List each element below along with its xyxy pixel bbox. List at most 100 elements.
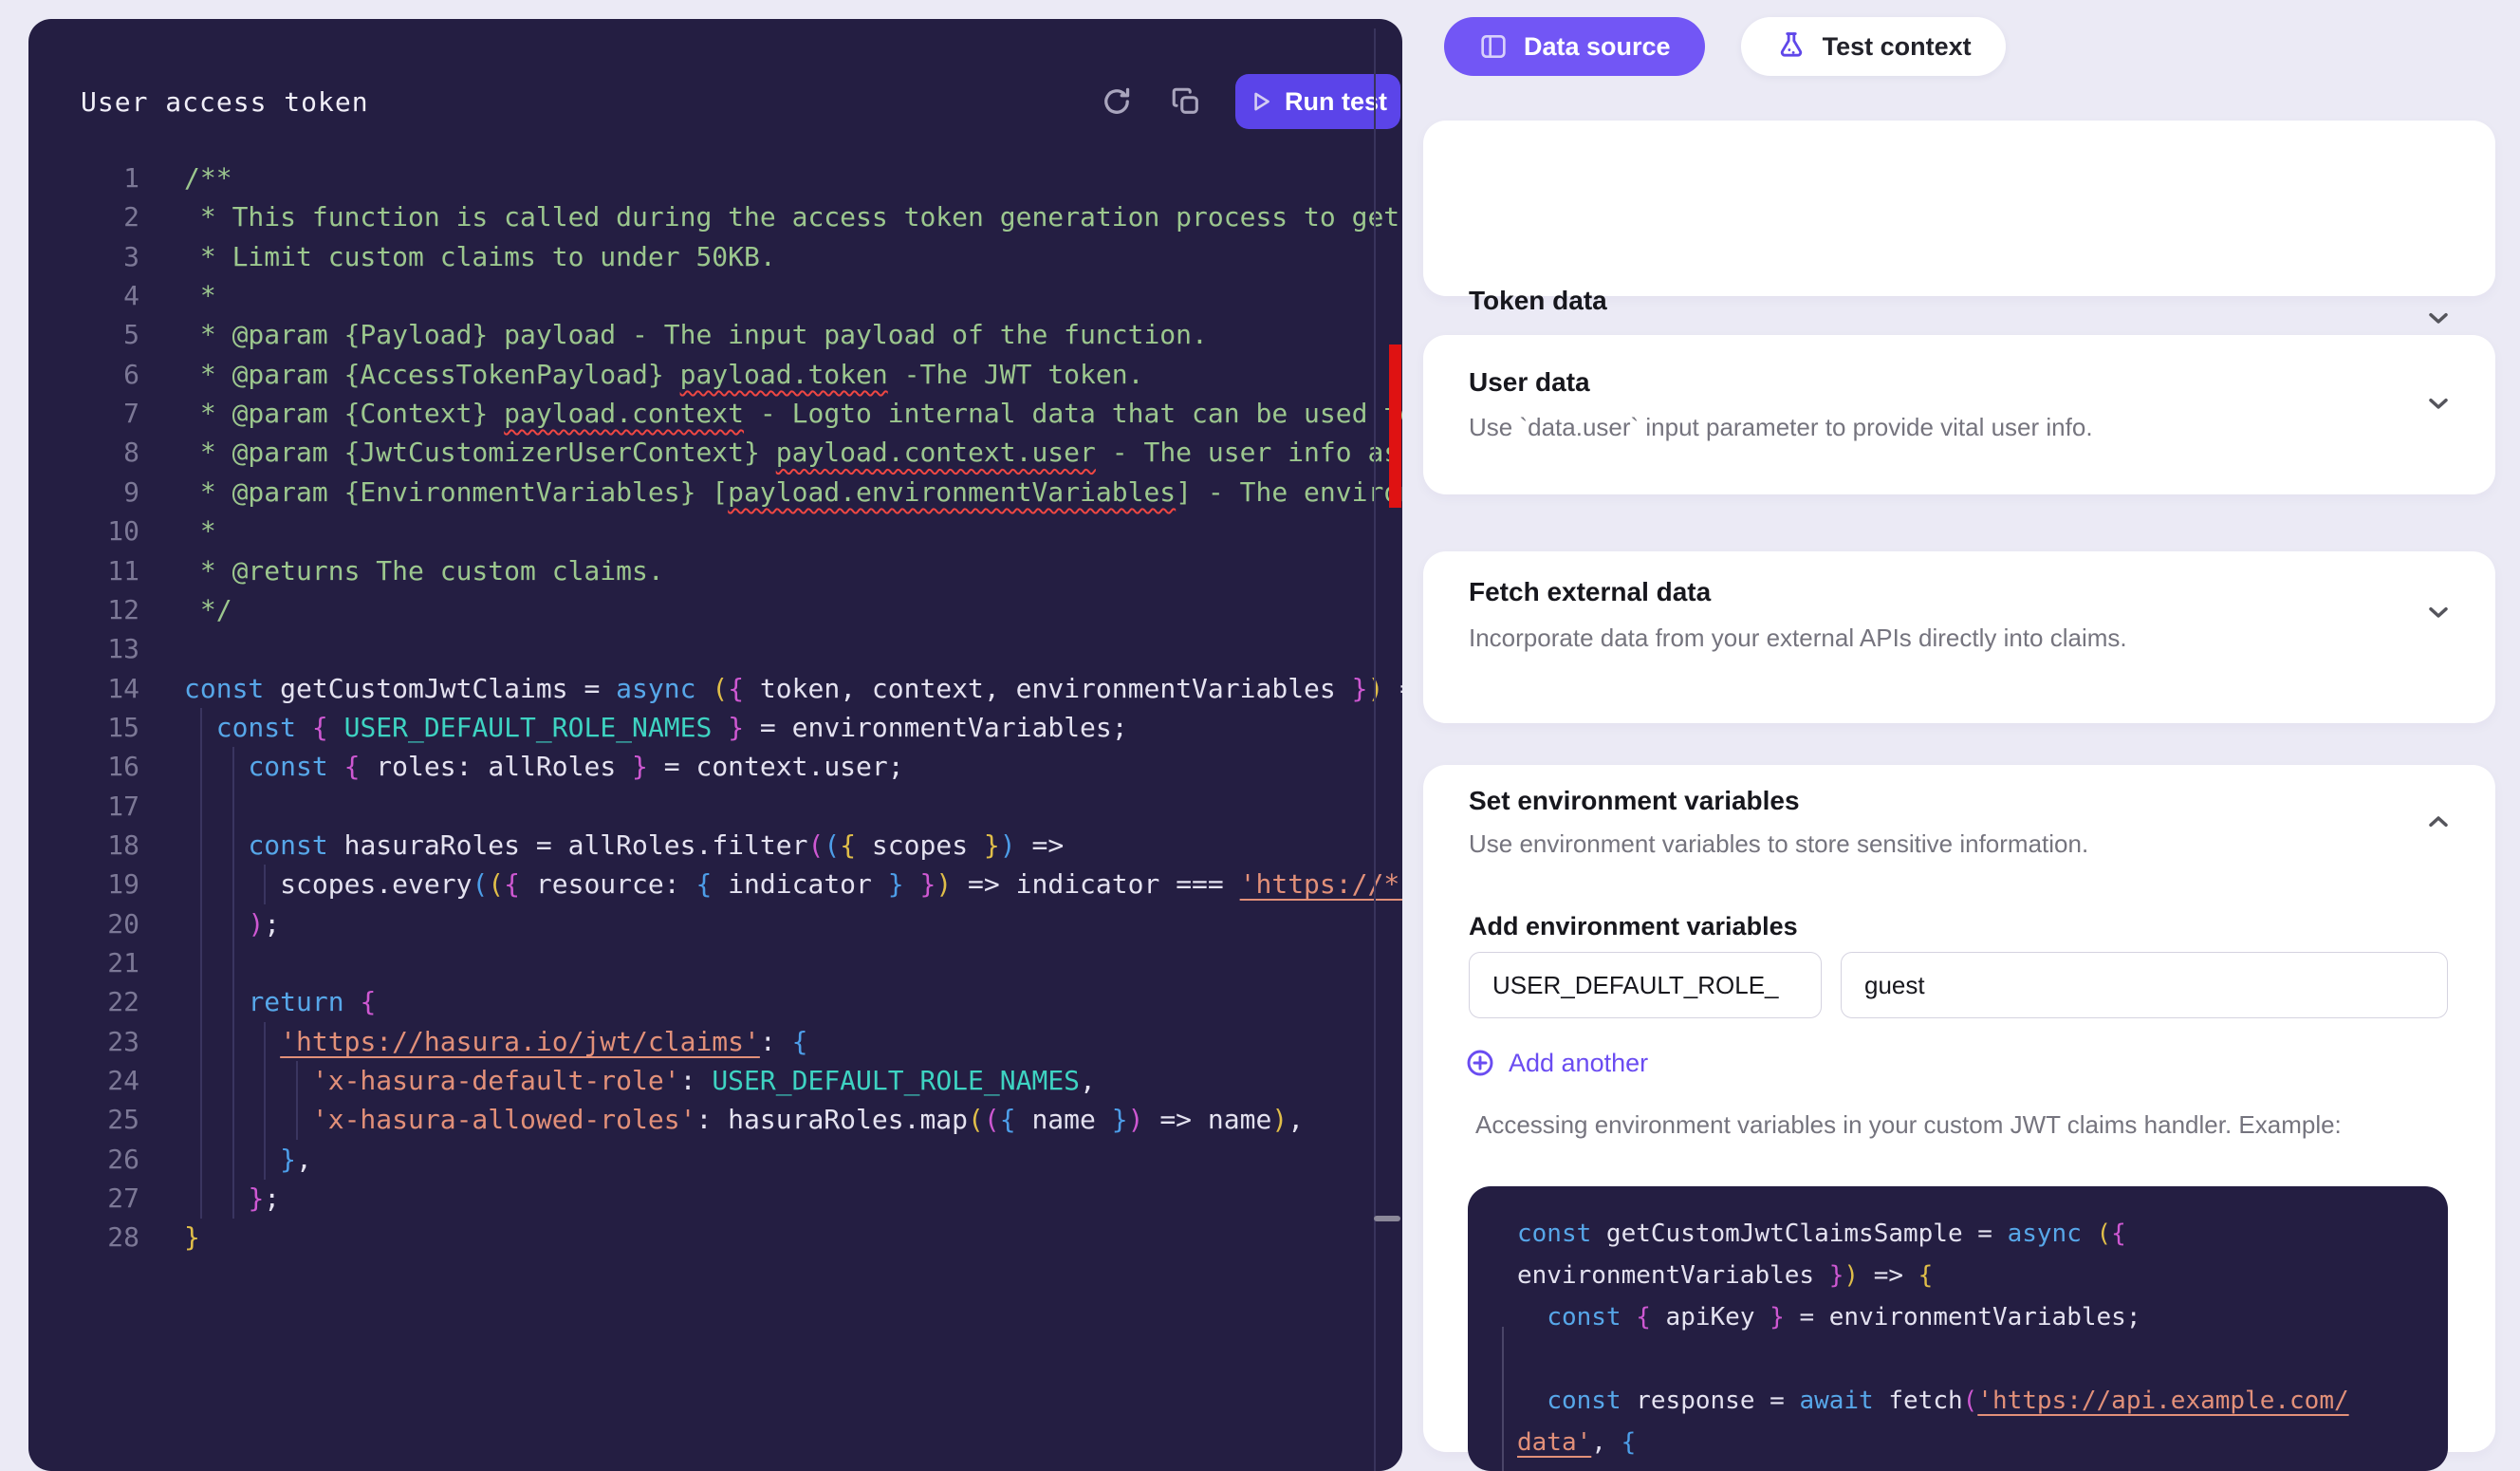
code-line[interactable]: 22 return { — [66, 982, 1402, 1022]
tab-data-source-label: Data source — [1524, 32, 1671, 62]
line-number: 24 — [66, 1061, 139, 1101]
code-line[interactable]: 8 * @param {JwtCustomizerUserContext} pa… — [66, 433, 1402, 473]
overview-error-marker — [1389, 344, 1401, 508]
code-line[interactable]: 27 }; — [66, 1179, 1402, 1219]
sample-code-line: environmentVariables }) => { — [1517, 1255, 2448, 1296]
sample-indent-guide — [1502, 1327, 1504, 1471]
panel-tabbar: Data source Test context — [1444, 17, 2006, 76]
code-line[interactable]: 11 * @returns The custom claims. — [66, 551, 1402, 591]
env-key-input[interactable] — [1469, 952, 1822, 1018]
code-line[interactable]: 3 * Limit custom claims to under 50KB. — [66, 237, 1402, 277]
add-another-button[interactable]: Add another — [1465, 1048, 1648, 1078]
refresh-button[interactable] — [1096, 82, 1138, 123]
code-line[interactable]: 4 * — [66, 276, 1402, 316]
tab-data-source[interactable]: Data source — [1444, 17, 1705, 76]
line-number: 2 — [66, 197, 139, 237]
code-line[interactable]: 14const getCustomJwtClaims = async ({ to… — [66, 669, 1402, 709]
add-another-label: Add another — [1509, 1049, 1648, 1078]
line-number: 15 — [66, 708, 139, 748]
code-line[interactable]: 15 const { USER_DEFAULT_ROLE_NAMES } = e… — [66, 708, 1402, 748]
expand-user-data-button[interactable] — [2423, 388, 2454, 419]
card-title: Fetch external data — [1469, 577, 1711, 607]
code-line[interactable]: 16 const { roles: allRoles } = context.u… — [66, 747, 1402, 787]
line-number: 27 — [66, 1179, 139, 1219]
line-number: 28 — [66, 1218, 139, 1257]
code-line[interactable]: 20 ); — [66, 904, 1402, 944]
code-editor-panel: User access token Run test 1/**2 * This … — [28, 19, 1402, 1471]
line-number: 3 — [66, 237, 139, 277]
chevron-up-icon — [2423, 826, 2454, 840]
code-line[interactable]: 1/** — [66, 158, 1402, 198]
line-number: 17 — [66, 787, 139, 827]
code-line[interactable]: 5 * @param {Payload} payload - The input… — [66, 315, 1402, 355]
code-line[interactable]: 26 }, — [66, 1140, 1402, 1180]
code-line[interactable]: 18 const hasuraRoles = allRoles.filter((… — [66, 826, 1402, 866]
indent-guide — [200, 943, 202, 983]
line-number: 20 — [66, 904, 139, 944]
line-number: 16 — [66, 747, 139, 787]
expand-fetch-external-button[interactable] — [2423, 597, 2454, 627]
card-title: Set environment variables — [1469, 786, 1800, 816]
indent-guide — [232, 943, 234, 983]
chevron-down-icon — [2423, 407, 2454, 421]
copy-button[interactable] — [1165, 82, 1207, 123]
env-variables-label: Add environment variables — [1469, 912, 1798, 941]
refresh-icon — [1100, 84, 1134, 121]
code-line[interactable]: 17 — [66, 787, 1402, 827]
code-line[interactable]: 10 * — [66, 512, 1402, 551]
collapse-environment-variables-button[interactable] — [2423, 807, 2454, 837]
play-icon — [1249, 89, 1273, 114]
card-token-data: Token data Use `token` input parameter f… — [1423, 121, 2495, 296]
line-number: 8 — [66, 433, 139, 473]
horizontal-scrollbar[interactable] — [1374, 1216, 1400, 1221]
env-helper-text: Accessing environment variables in your … — [1475, 1110, 2342, 1140]
run-test-label: Run test — [1285, 87, 1387, 117]
circle-plus-icon — [1465, 1048, 1495, 1078]
indent-guide — [232, 787, 234, 827]
card-set-environment-variables: Set environment variables Use environmen… — [1423, 765, 2495, 1452]
code-line[interactable]: 12 */ — [66, 590, 1402, 630]
editor-ruler-line — [1374, 28, 1376, 1471]
expand-token-data-button[interactable] — [2423, 303, 2454, 333]
card-fetch-external-data: Fetch external data Incorporate data fro… — [1423, 551, 2495, 723]
code-line[interactable]: 9 * @param {EnvironmentVariables} [paylo… — [66, 473, 1402, 512]
line-number: 11 — [66, 551, 139, 591]
line-number: 25 — [66, 1100, 139, 1140]
sample-code-line — [1517, 1338, 2448, 1380]
card-subtitle: Use `data.user` input parameter to provi… — [1469, 413, 2093, 442]
line-number: 23 — [66, 1022, 139, 1062]
code-line[interactable]: 21 — [66, 943, 1402, 983]
sample-code-lines: const getCustomJwtClaimsSample = async (… — [1468, 1186, 2448, 1463]
line-number: 21 — [66, 943, 139, 983]
line-number: 10 — [66, 512, 139, 551]
flask-icon — [1775, 30, 1807, 63]
panel-left-icon — [1478, 31, 1509, 62]
code-line[interactable]: 24 'x-hasura-default-role': USER_DEFAULT… — [66, 1061, 1402, 1101]
card-title: Token data — [1469, 286, 1607, 316]
code-line[interactable]: 6 * @param {AccessTokenPayload} payload.… — [66, 355, 1402, 395]
line-number: 4 — [66, 276, 139, 316]
line-number: 13 — [66, 629, 139, 669]
line-number: 12 — [66, 590, 139, 630]
code-line[interactable]: 25 'x-hasura-allowed-roles': hasuraRoles… — [66, 1100, 1402, 1140]
sample-code-line: const response = await fetch('https://ap… — [1517, 1380, 2448, 1422]
line-number: 1 — [66, 158, 139, 198]
env-value-input[interactable] — [1841, 952, 2448, 1018]
line-number: 19 — [66, 865, 139, 904]
line-number: 6 — [66, 355, 139, 395]
line-number: 26 — [66, 1140, 139, 1180]
sample-code-line: const { apiKey } = environmentVariables; — [1517, 1296, 2448, 1338]
code-area[interactable]: 1/**2 * This function is called during t… — [28, 158, 1402, 1467]
code-line[interactable]: 23 'https://hasura.io/jwt/claims': { — [66, 1022, 1402, 1062]
code-line[interactable]: 28} — [66, 1218, 1402, 1257]
tab-test-context[interactable]: Test context — [1741, 17, 2006, 76]
line-number: 18 — [66, 826, 139, 866]
line-number: 5 — [66, 315, 139, 355]
card-subtitle: Incorporate data from your external APIs… — [1469, 624, 2127, 653]
code-line[interactable]: 19 scopes.every(({ resource: { indicator… — [66, 865, 1402, 904]
code-line[interactable]: 7 * @param {Context} payload.context - L… — [66, 394, 1402, 434]
line-number: 7 — [66, 394, 139, 434]
code-line[interactable]: 2 * This function is called during the a… — [66, 197, 1402, 237]
code-line[interactable]: 13 — [66, 629, 1402, 669]
sample-code-line: data', { — [1517, 1422, 2448, 1463]
